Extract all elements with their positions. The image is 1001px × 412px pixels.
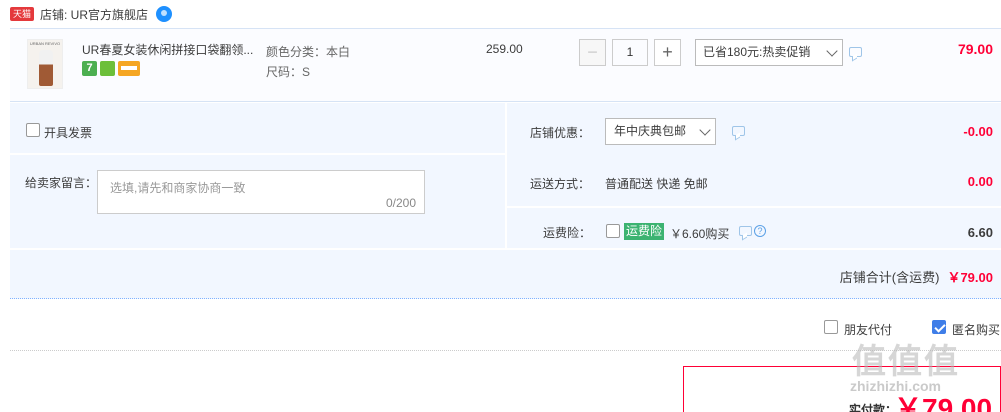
insurance-tag: 运费险 xyxy=(624,223,665,240)
chevron-down-icon xyxy=(699,124,711,136)
unit-price: 259.00 xyxy=(486,42,523,56)
coupon-select[interactable]: 年中庆典包邮 xyxy=(605,118,716,145)
invoice-label: 开具发票 xyxy=(44,126,93,140)
insurance-label: 运费险： xyxy=(543,226,592,240)
insurance-price: ￥6.60购买 xyxy=(670,227,730,241)
service-icons: 7 xyxy=(82,61,140,76)
message-char-count: 0/200 xyxy=(385,196,416,210)
promotion-info-icon[interactable] xyxy=(849,47,862,57)
product-row: URBAN REVIVO UR春夏女装休闲拼接口袋翻领... 7 颜色分类：本白… xyxy=(10,28,1001,102)
insurance-checkbox[interactable] xyxy=(606,224,620,238)
shipping-method: 普通配送 快递 免邮 xyxy=(605,177,708,191)
guarantee-icon[interactable] xyxy=(100,61,115,76)
sku-color: 颜色分类：本白 xyxy=(266,45,351,59)
tmall-badge: 天猫 xyxy=(10,7,35,21)
quantity-increase-button[interactable]: + xyxy=(654,39,681,66)
store-subtotal: 店铺合计(含运费) ￥79.00 xyxy=(840,267,993,286)
sku-size: 尺码：S xyxy=(266,65,311,79)
quantity-decrease-button[interactable]: − xyxy=(579,39,606,66)
site-watermark-text: zhizhizhi.com xyxy=(850,378,941,394)
bottom-options: 朋友代付 匿名购买 xyxy=(0,316,1001,342)
thumbnail-figure xyxy=(39,50,53,86)
thumbnail-brand: URBAN REVIVO xyxy=(29,41,61,46)
invoice-checkbox[interactable] xyxy=(26,123,40,137)
product-title[interactable]: UR春夏女装休闲拼接口袋翻领... xyxy=(82,41,254,58)
product-sku: 颜色分类：本白 尺码：S xyxy=(266,42,350,82)
order-options: 开具发票 给卖家留言： 选填,请先和商家协商一致 0/200 店铺优惠： 年中庆… xyxy=(10,103,1001,299)
coupon-amount: -0.00 xyxy=(963,124,993,139)
item-total: 79.00 xyxy=(957,41,993,57)
pay-label: 实付款： xyxy=(849,403,898,412)
site-watermark-logo: 值值值 xyxy=(852,342,960,382)
coupon-label: 店铺优惠： xyxy=(530,126,591,140)
insurance-amount: 6.60 xyxy=(967,225,993,240)
store-header: 天猫 店铺: UR官方旗舰店 xyxy=(0,0,1001,28)
shipping-label: 运送方式： xyxy=(530,177,591,191)
friend-pay-checkbox[interactable] xyxy=(824,320,838,334)
promotion-value: 已省180元:热卖促销 xyxy=(703,45,811,59)
anonymous-checkbox[interactable] xyxy=(932,320,946,334)
shipping-amount: 0.00 xyxy=(967,174,993,189)
quantity-input[interactable]: 1 xyxy=(612,39,648,66)
credit-card-icon[interactable] xyxy=(118,61,140,76)
help-icon[interactable]: ? xyxy=(754,225,766,237)
subtotal-amount: ￥79.00 xyxy=(947,270,993,285)
product-thumbnail[interactable]: URBAN REVIVO xyxy=(27,39,63,89)
wangwang-chat-icon[interactable] xyxy=(156,6,173,22)
store-name[interactable]: 店铺: UR官方旗舰店 xyxy=(40,6,148,23)
chevron-down-icon xyxy=(826,45,838,57)
subtotal-label: 店铺合计(含运费) xyxy=(839,270,940,285)
seven-day-return-icon[interactable]: 7 xyxy=(82,61,97,76)
message-label: 给卖家留言： xyxy=(25,176,98,190)
promotion-select[interactable]: 已省180元:热卖促销 xyxy=(695,39,843,66)
quantity-stepper: − 1 + xyxy=(579,39,681,66)
coupon-info-icon[interactable] xyxy=(732,126,745,136)
insurance-chat-icon[interactable] xyxy=(739,226,752,236)
message-placeholder: 选填,请先和商家协商一致 xyxy=(110,181,246,195)
message-textarea[interactable]: 选填,请先和商家协商一致 0/200 xyxy=(97,170,425,214)
coupon-value: 年中庆典包邮 xyxy=(614,124,687,138)
